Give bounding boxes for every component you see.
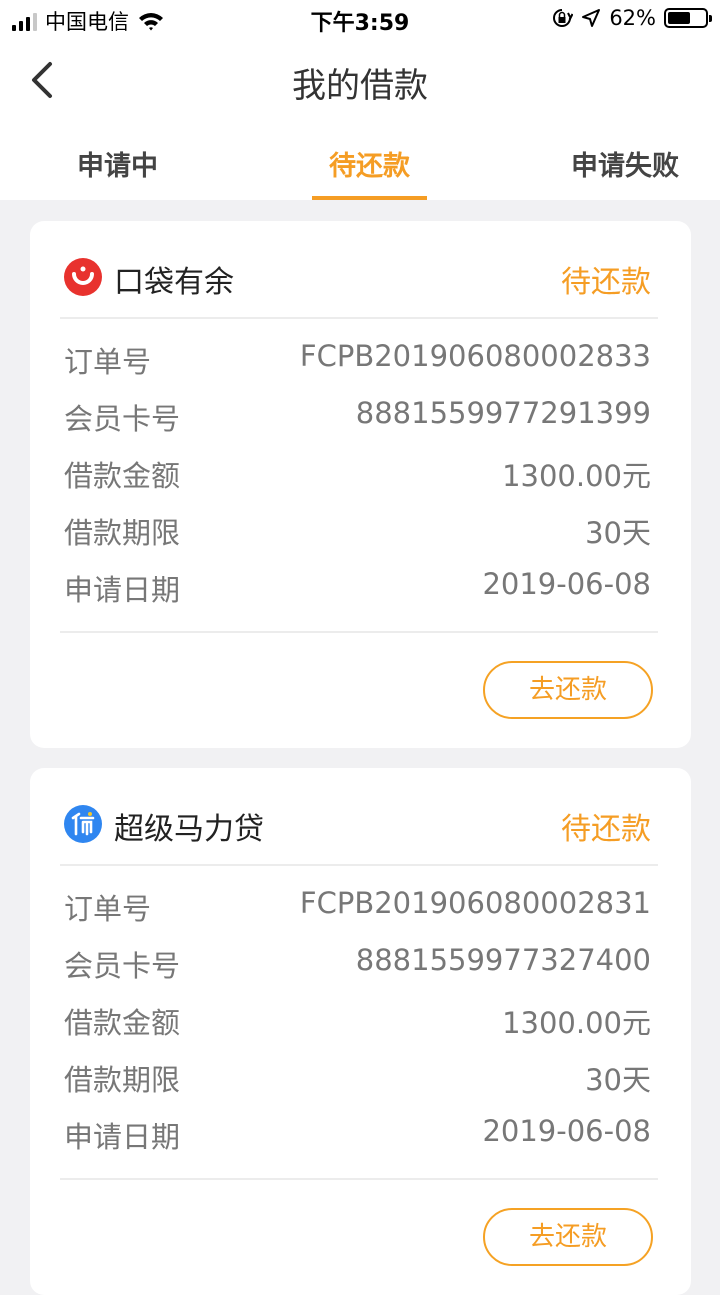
row-value: 2019-06-08 [482, 1114, 651, 1148]
smile-logo-icon [64, 258, 102, 296]
row-label: 订单号 [64, 345, 152, 379]
row-label: 申请日期 [64, 573, 181, 607]
loan-status: 待还款 [561, 812, 651, 847]
tab-applying[interactable]: 申请中 [77, 144, 158, 183]
repay-button[interactable]: 去还款 [483, 661, 653, 719]
divider [60, 1178, 658, 1180]
loan-card: 超级马力贷 待还款 订单号 FCPB201906080002831 会员卡号 8… [30, 768, 691, 1295]
row-value: 30天 [585, 1063, 651, 1097]
tab-application-failed[interactable]: 申请失败 [571, 144, 679, 183]
row-label: 会员卡号 [64, 402, 181, 436]
location-arrow-icon [582, 9, 601, 27]
loan-term-row: 借款期限 30天 [64, 510, 651, 550]
battery-icon [664, 8, 712, 28]
mali-logo-icon [64, 805, 102, 843]
row-label: 申请日期 [64, 1120, 181, 1154]
divider [60, 317, 658, 319]
apply-date-row: 申请日期 2019-06-08 [64, 1114, 651, 1154]
nav-bar: 我的借款 [0, 40, 720, 120]
orientation-lock-icon [553, 9, 574, 27]
row-value: 8881559977327400 [355, 943, 651, 977]
member-card-row: 会员卡号 8881559977327400 [64, 943, 651, 983]
repay-button[interactable]: 去还款 [483, 1208, 653, 1266]
page-title: 我的借款 [292, 66, 428, 106]
loan-amount-row: 借款金额 1300.00元 [64, 453, 651, 493]
row-value: 2019-06-08 [482, 567, 651, 601]
row-value: 30天 [585, 516, 651, 550]
loan-term-row: 借款期限 30天 [64, 1057, 651, 1097]
row-label: 订单号 [64, 892, 152, 926]
tab-pending-repayment[interactable]: 待还款 [329, 144, 410, 183]
lender-name: 口袋有余 [114, 265, 234, 300]
loan-status: 待还款 [561, 265, 651, 300]
battery-percent: 62% [609, 6, 656, 30]
divider [60, 631, 658, 633]
status-bar: 中国电信 下午3:59 62% [0, 0, 720, 40]
row-value: FCPB201906080002833 [299, 339, 651, 373]
row-label: 借款期限 [64, 516, 181, 550]
row-value: 1300.00元 [502, 1006, 651, 1040]
divider [60, 864, 658, 866]
order-number-row: 订单号 FCPB201906080002833 [64, 339, 651, 379]
member-card-row: 会员卡号 8881559977291399 [64, 396, 651, 436]
row-label: 借款金额 [64, 459, 181, 493]
row-label: 借款金额 [64, 1006, 181, 1040]
row-label: 会员卡号 [64, 949, 181, 983]
tab-bar: 申请中 待还款 申请失败 [0, 120, 720, 200]
lender-name: 超级马力贷 [114, 812, 264, 847]
order-number-row: 订单号 FCPB201906080002831 [64, 886, 651, 926]
row-value: 8881559977291399 [355, 396, 651, 430]
apply-date-row: 申请日期 2019-06-08 [64, 567, 651, 607]
loan-card: 口袋有余 待还款 订单号 FCPB201906080002833 会员卡号 88… [30, 221, 691, 748]
active-tab-indicator [312, 196, 427, 200]
row-label: 借款期限 [64, 1063, 181, 1097]
row-value: FCPB201906080002831 [299, 886, 651, 920]
loan-amount-row: 借款金额 1300.00元 [64, 1000, 651, 1040]
row-value: 1300.00元 [502, 459, 651, 493]
